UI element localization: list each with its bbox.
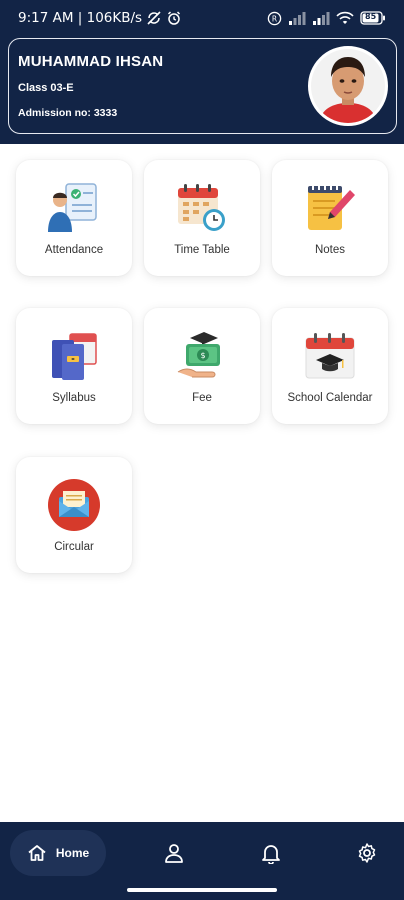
tile-label: Time Table bbox=[174, 244, 230, 256]
signal-1-icon bbox=[288, 11, 306, 25]
svg-text:$: $ bbox=[200, 351, 205, 360]
bell-icon bbox=[260, 842, 282, 864]
tile-circular[interactable]: Circular bbox=[16, 457, 132, 573]
student-class: Class 03-E bbox=[18, 82, 74, 94]
gesture-bar bbox=[127, 888, 277, 892]
tile-time-table[interactable]: Time Table bbox=[144, 160, 260, 276]
nav-profile-button[interactable] bbox=[161, 840, 187, 866]
tile-label: Fee bbox=[192, 392, 212, 404]
student-photo-icon bbox=[311, 49, 385, 123]
profile-header: MUHAMMAD IHSAN Class 03-E Admission no: … bbox=[0, 36, 404, 144]
student-name: MUHAMMAD IHSAN bbox=[18, 53, 164, 70]
home-icon bbox=[27, 843, 47, 863]
calendar-clock-icon bbox=[174, 180, 230, 236]
nav-home-label: Home bbox=[55, 846, 90, 860]
tile-attendance[interactable]: Attendance bbox=[16, 160, 132, 276]
attendance-icon bbox=[46, 180, 102, 236]
avatar[interactable] bbox=[308, 46, 388, 126]
tile-notes[interactable]: Notes bbox=[272, 160, 388, 276]
alarm-icon bbox=[166, 10, 182, 26]
admission-number: Admission no: 3333 bbox=[18, 107, 118, 119]
gear-icon bbox=[356, 842, 378, 864]
wifi-icon bbox=[336, 11, 354, 25]
tile-label: Attendance bbox=[44, 244, 104, 256]
nav-settings-button[interactable] bbox=[354, 840, 380, 866]
graduation-calendar-icon bbox=[302, 328, 358, 384]
nfc-icon: R bbox=[267, 11, 282, 26]
status-bar: 9:17 AM | 106KB/s R 85 bbox=[0, 0, 404, 36]
tile-label: Syllabus bbox=[52, 392, 96, 404]
profile-card[interactable]: MUHAMMAD IHSAN Class 03-E Admission no: … bbox=[8, 38, 397, 134]
tile-label: School Calendar bbox=[287, 392, 373, 404]
sync-off-icon bbox=[146, 10, 162, 26]
status-time-speed: 9:17 AM | 106KB/s bbox=[18, 10, 143, 26]
tile-syllabus[interactable]: Syllabus bbox=[16, 308, 132, 424]
nav-notifications-button[interactable] bbox=[258, 840, 284, 866]
envelope-icon bbox=[46, 477, 102, 533]
money-hand-icon: $ bbox=[174, 328, 230, 384]
tile-school-calendar[interactable]: School Calendar bbox=[272, 308, 388, 424]
tile-fee[interactable]: $ Fee bbox=[144, 308, 260, 424]
user-icon bbox=[163, 842, 185, 864]
tile-label: Circular bbox=[54, 541, 94, 553]
svg-text:R: R bbox=[272, 14, 277, 23]
tile-label: Notes bbox=[314, 244, 346, 256]
notepad-icon bbox=[302, 180, 358, 236]
battery-level: 85 bbox=[365, 12, 377, 21]
books-icon bbox=[46, 328, 102, 384]
battery-icon: 85 bbox=[360, 11, 386, 25]
nav-home-button[interactable]: Home bbox=[10, 830, 106, 876]
signal-2-icon bbox=[312, 11, 330, 25]
